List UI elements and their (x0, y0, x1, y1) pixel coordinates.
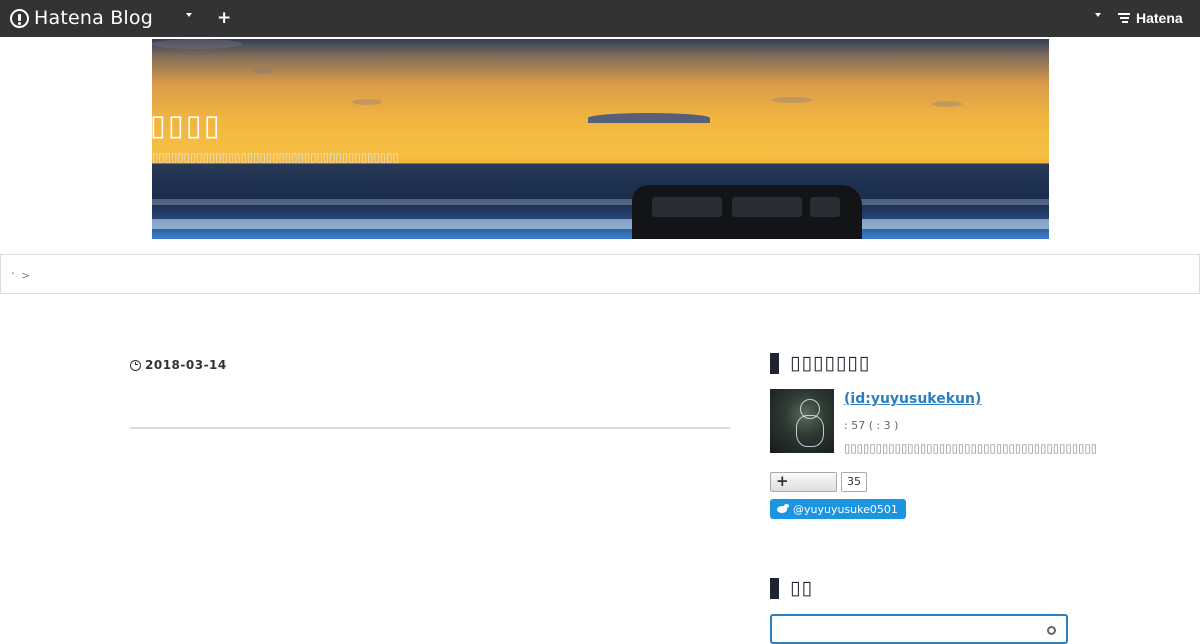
chevron-down-icon[interactable] (186, 13, 192, 17)
search-module-title-text: ▯▯ (790, 577, 813, 599)
clock-icon (130, 359, 141, 371)
heading-bar (770, 577, 779, 599)
cloud (772, 97, 812, 103)
breadcrumb-separator: > (21, 269, 31, 282)
twitter-handle: @yuyuyusuke0501 (793, 502, 898, 516)
wave (152, 219, 1049, 229)
follow-button[interactable]: + (770, 472, 837, 492)
profile-name-link[interactable]: (id:yuyusukekun) (844, 391, 981, 407)
global-header: Hatena Blog + Hatena (0, 0, 1200, 37)
search-icon[interactable] (1047, 626, 1056, 635)
plus-icon: + (776, 472, 789, 490)
profile-module-title: ▯▯▯▯▯▯▯ (770, 352, 870, 374)
island (588, 113, 710, 123)
breadcrumb: . > (0, 254, 1200, 294)
blog-title[interactable]: ▯▯▯▯ (150, 108, 222, 142)
heading-bar (770, 352, 779, 374)
breadcrumb-home-link[interactable]: . (11, 263, 15, 277)
hatena-logo[interactable]: Hatena (1118, 10, 1183, 26)
blog-header-image[interactable] (152, 39, 1049, 239)
search-input[interactable] (770, 614, 1068, 644)
twitter-follow-button[interactable]: @yuyuyusuke0501 (770, 499, 906, 519)
cloud (252, 67, 272, 74)
profile-module-title-text: ▯▯▯▯▯▯▯ (790, 352, 871, 374)
avatar[interactable] (770, 389, 834, 453)
profile-stats: : 57 ( : 3 ) (844, 419, 899, 432)
wave (152, 199, 1049, 205)
cloud (152, 39, 242, 49)
user-menu-chevron-icon[interactable] (1095, 13, 1101, 17)
hatena-blog-mark-icon (10, 8, 29, 28)
profile-description: ▯▯▯▯▯▯▯▯▯▯▯▯▯▯▯▯▯▯▯▯▯▯▯▯▯▯▯▯▯▯▯▯▯▯▯▯▯▯▯▯ (844, 441, 1098, 455)
follower-count[interactable]: 35 (841, 472, 867, 492)
hatena-brand-name: Hatena (1136, 10, 1183, 26)
hatena-mark-icon (1118, 12, 1132, 24)
entry-date-text: 2018-03-14 (145, 358, 227, 372)
twitter-bird-icon (776, 504, 789, 514)
entry-divider (130, 427, 730, 429)
van-silhouette (632, 185, 862, 239)
blog-description: ▯▯▯▯▯▯▯▯▯▯▯▯▯▯▯▯▯▯▯▯▯▯▯▯▯▯▯▯▯▯▯▯▯▯▯▯▯▯▯ (152, 150, 399, 164)
cloud (932, 101, 962, 107)
add-entry-button[interactable]: + (217, 8, 231, 28)
brand-name: Hatena Blog (34, 7, 153, 29)
search-module-title: ▯▯ (770, 577, 813, 599)
entry-date[interactable]: 2018-03-14 (130, 358, 227, 372)
hatena-blog-logo[interactable]: Hatena Blog (10, 6, 153, 30)
cloud (352, 99, 382, 105)
